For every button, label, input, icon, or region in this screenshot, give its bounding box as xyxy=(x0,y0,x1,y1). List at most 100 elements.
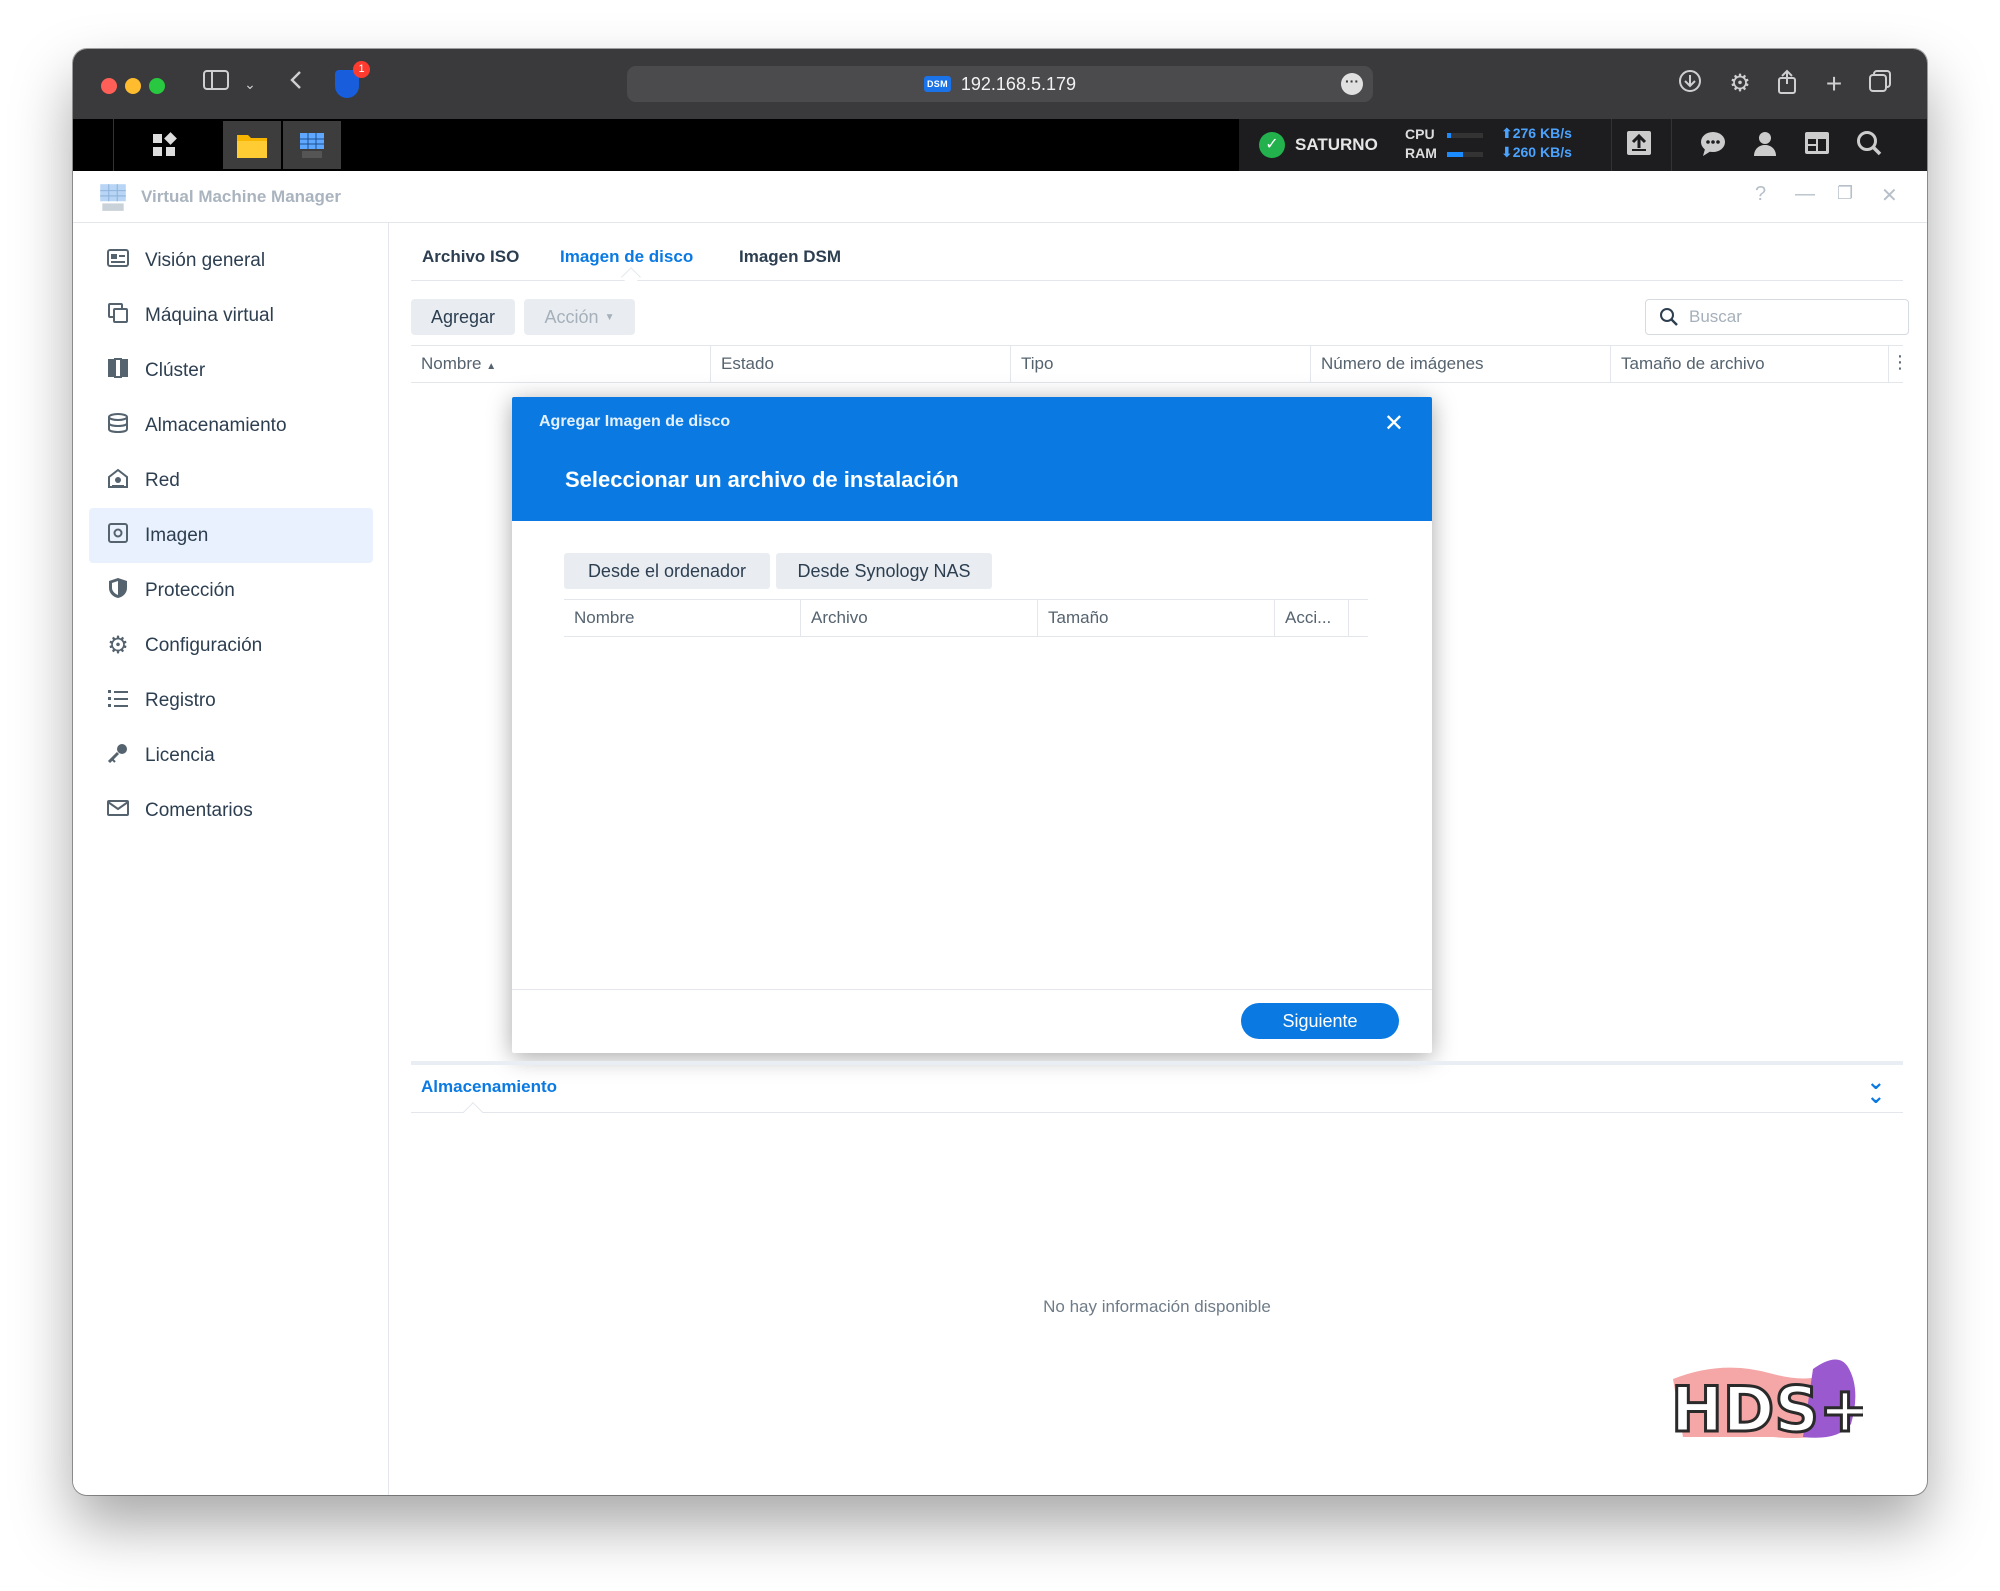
close-window-button[interactable] xyxy=(101,78,117,94)
dialog-title: Agregar Imagen de disco xyxy=(539,413,731,430)
gear-icon[interactable]: ⚙ xyxy=(1723,69,1757,99)
sidebar-item-overview[interactable]: Visión general xyxy=(89,233,373,288)
sidebar-item-cluster[interactable]: Clúster xyxy=(89,343,373,398)
new-tab-icon[interactable]: + xyxy=(1817,69,1851,99)
folder-icon xyxy=(237,135,267,158)
notifications-chat-icon[interactable] xyxy=(1697,129,1729,161)
vmm-app-icon xyxy=(100,184,126,211)
sidebar-item-license[interactable]: Licencia xyxy=(89,728,373,783)
column-header-file-size[interactable]: Tamaño de archivo xyxy=(1611,346,1889,382)
sidebar-item-feedback[interactable]: Comentarios xyxy=(89,783,373,838)
upload-rate: ⬆276 KB/s xyxy=(1501,125,1572,141)
help-icon[interactable]: ? xyxy=(1755,183,1766,206)
minimize-window-button[interactable] xyxy=(125,78,141,94)
sidebar-item-label: Almacenamiento xyxy=(145,414,287,436)
share-icon[interactable] xyxy=(1770,69,1804,99)
add-button[interactable]: Agregar xyxy=(411,299,515,335)
search-field[interactable]: Buscar xyxy=(1645,299,1909,335)
sidebar-item-storage[interactable]: Almacenamiento xyxy=(89,398,373,453)
tab-iso-file[interactable]: Archivo ISO xyxy=(422,247,519,267)
search-icon xyxy=(1660,308,1678,326)
app-title: Virtual Machine Manager xyxy=(141,187,341,206)
storage-icon xyxy=(105,412,131,440)
storage-panel-tabs: Almacenamiento ⌄ ⌄ xyxy=(411,1065,1903,1122)
cpu-label: CPU xyxy=(1405,126,1435,142)
app-title-bar: Virtual Machine Manager ? — ❐ ✕ xyxy=(73,171,1927,223)
address-bar[interactable]: DSM 192.168.5.179 ··· xyxy=(627,66,1373,102)
taskbar-status-area: ✓ SATURNO CPU RAM ⬆276 KB/s ⬇260 KB/s xyxy=(1239,119,1927,171)
column-header-status[interactable]: Estado xyxy=(711,346,1011,382)
tab-disk-image[interactable]: Imagen de disco xyxy=(560,247,693,267)
sidebar-item-settings[interactable]: ⚙ Configuración xyxy=(89,618,373,673)
column-header-action[interactable]: Acci... xyxy=(1275,600,1349,636)
key-icon xyxy=(105,742,131,770)
from-computer-button[interactable]: Desde el ordenador xyxy=(564,553,770,589)
image-icon xyxy=(105,522,131,550)
column-header-size[interactable]: Tamaño xyxy=(1038,600,1275,636)
user-icon[interactable] xyxy=(1749,129,1781,161)
browser-window: ⌄ 1 DSM 192.168.5.179 ··· ⚙ + ✓ SATURNO … xyxy=(73,49,1927,1495)
close-icon[interactable]: ✕ xyxy=(1881,183,1898,208)
virtual-machine-icon xyxy=(105,302,131,330)
zoom-window-button[interactable] xyxy=(149,78,165,94)
action-button[interactable]: Acción ▼ xyxy=(524,299,635,335)
sidebar-item-protection[interactable]: Protección xyxy=(89,563,373,618)
sidebar-item-network[interactable]: Red xyxy=(89,453,373,508)
site-favicon: DSM xyxy=(923,76,951,92)
mail-icon xyxy=(105,799,131,823)
upload-rate-value: 276 KB/s xyxy=(1512,125,1572,141)
search-icon[interactable] xyxy=(1853,129,1885,161)
network-icon xyxy=(105,467,131,495)
from-nas-button[interactable]: Desde Synology NAS xyxy=(776,553,992,589)
tab-storage[interactable]: Almacenamiento xyxy=(421,1077,557,1097)
restore-icon[interactable]: ❐ xyxy=(1837,183,1853,204)
status-ok-icon[interactable]: ✓ xyxy=(1259,132,1285,158)
dialog-footer-divider xyxy=(512,989,1432,990)
column-header-name[interactable]: Nombre xyxy=(564,600,801,636)
sidebar-toggle-icon[interactable] xyxy=(199,69,233,99)
close-icon[interactable]: ✕ xyxy=(1384,409,1404,438)
download-rate-value: 260 KB/s xyxy=(1512,144,1572,160)
taskbar-divider xyxy=(1611,119,1612,171)
server-name: SATURNO xyxy=(1295,135,1378,154)
file-station-button[interactable] xyxy=(223,121,281,169)
sidebar-item-log[interactable]: Registro xyxy=(89,673,373,728)
vmm-taskbar-button[interactable] xyxy=(283,121,341,169)
ram-label: RAM xyxy=(1405,145,1437,161)
search-placeholder: Buscar xyxy=(1689,307,1742,326)
back-icon[interactable] xyxy=(279,69,313,99)
gear-icon: ⚙ xyxy=(107,632,129,659)
column-options-icon[interactable]: ⋮ xyxy=(1891,352,1909,373)
column-header-image-count[interactable]: Número de imágenes xyxy=(1311,346,1611,382)
column-header-file[interactable]: Archivo xyxy=(801,600,1038,636)
sidebar-item-virtual-machine[interactable]: Máquina virtual xyxy=(89,288,373,343)
taskbar-divider xyxy=(113,119,114,171)
tab-overview-icon[interactable] xyxy=(1863,69,1897,99)
collapse-chevron-icon[interactable]: ⌄ ⌄ xyxy=(1867,1071,1885,1107)
ram-meter xyxy=(1447,152,1483,157)
minimize-icon[interactable]: — xyxy=(1795,183,1815,206)
downloads-icon[interactable] xyxy=(1673,69,1707,99)
overview-icon xyxy=(105,248,131,274)
main-menu-icon xyxy=(153,132,177,156)
column-header-type[interactable]: Tipo xyxy=(1011,346,1311,382)
sidebar-item-label: Configuración xyxy=(145,634,263,656)
extension-badge: 1 xyxy=(353,61,370,78)
image-tabs: Archivo ISO Imagen de disco Imagen DSM xyxy=(411,223,1903,287)
page-menu-icon[interactable]: ··· xyxy=(1341,73,1363,95)
next-button[interactable]: Siguiente xyxy=(1241,1003,1399,1039)
chevron-down-icon[interactable]: ⌄ xyxy=(233,69,267,99)
download-rate: ⬇260 KB/s xyxy=(1501,144,1572,160)
add-disk-image-dialog: Agregar Imagen de disco Seleccionar un a… xyxy=(512,397,1432,1053)
sidebar-item-image[interactable]: Imagen xyxy=(89,508,373,563)
column-label: Nombre xyxy=(421,354,482,373)
tab-dsm-image[interactable]: Imagen DSM xyxy=(739,247,841,267)
main-menu-button[interactable] xyxy=(135,121,193,169)
sidebar-item-label: Red xyxy=(145,469,180,491)
shield-icon xyxy=(105,577,131,605)
widgets-icon[interactable] xyxy=(1801,129,1833,161)
sidebar-item-label: Licencia xyxy=(145,744,215,766)
column-header-name[interactable]: Nombre ▲ xyxy=(411,346,711,382)
installation-file-table-header: Nombre Archivo Tamaño Acci... xyxy=(564,599,1368,637)
upload-tray-icon[interactable] xyxy=(1623,129,1655,161)
